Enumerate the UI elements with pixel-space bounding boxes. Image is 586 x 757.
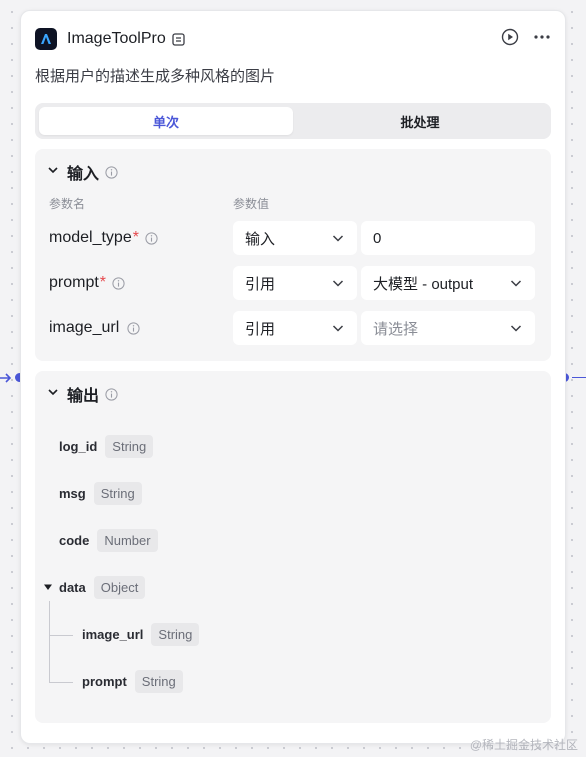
type-tag: String bbox=[151, 622, 200, 646]
chevron-down-icon bbox=[509, 276, 523, 290]
incoming-connection-arrow bbox=[0, 373, 12, 383]
param-name-label: image_url bbox=[49, 319, 120, 336]
chevron-down-icon bbox=[331, 276, 345, 290]
value-input-text: 0 bbox=[373, 229, 382, 247]
reference-select[interactable]: 请选择 bbox=[361, 311, 535, 345]
param-name-label: prompt bbox=[49, 274, 99, 291]
tab-single[interactable]: 单次 bbox=[39, 107, 293, 135]
type-tag: String bbox=[134, 669, 183, 693]
run-icon[interactable] bbox=[501, 28, 519, 51]
source-select-value: 输入 bbox=[245, 230, 276, 248]
info-icon[interactable] bbox=[105, 387, 118, 401]
type-tag: String bbox=[93, 481, 142, 505]
type-tag: Object bbox=[93, 575, 146, 599]
output-field-code: code Number bbox=[59, 527, 158, 553]
param-row-image-url: image_url 引用 请选择 bbox=[35, 311, 551, 345]
type-tag: Number bbox=[97, 528, 158, 552]
input-section: 输入 参数名 参数值 model_type * 输入 0 prompt * 引用… bbox=[35, 149, 551, 361]
caret-down-icon[interactable] bbox=[43, 582, 53, 592]
output-section-header[interactable]: 输出 bbox=[47, 383, 118, 405]
output-field-data-image-url: image_url String bbox=[82, 621, 200, 647]
output-field-name: log_id bbox=[59, 438, 98, 454]
tab-batch[interactable]: 批处理 bbox=[293, 107, 547, 135]
column-label-value: 参数值 bbox=[233, 197, 270, 211]
reference-select-placeholder: 请选择 bbox=[373, 320, 419, 338]
info-icon[interactable] bbox=[112, 276, 125, 290]
node-title: ImageToolPro bbox=[67, 30, 166, 47]
chevron-down-icon bbox=[331, 231, 345, 245]
more-icon[interactable] bbox=[533, 28, 551, 51]
required-marker: * bbox=[99, 274, 107, 291]
input-section-header[interactable]: 输入 bbox=[47, 161, 118, 183]
chevron-down-icon[interactable] bbox=[47, 163, 59, 181]
output-section-title: 输出 bbox=[67, 388, 100, 405]
info-icon[interactable] bbox=[105, 165, 118, 179]
column-label-name: 参数名 bbox=[49, 197, 86, 211]
output-section: 输出 log_id String msg String code Number … bbox=[35, 371, 551, 723]
source-select-value: 引用 bbox=[245, 320, 276, 338]
output-field-msg: msg String bbox=[59, 480, 142, 506]
reference-select[interactable]: 大模型 - output bbox=[361, 266, 535, 300]
output-field-name: data bbox=[59, 579, 86, 595]
chevron-down-icon bbox=[331, 321, 345, 335]
app-logo-icon bbox=[35, 28, 57, 50]
watermark: @稀土掘金技术社区 bbox=[469, 738, 578, 752]
input-section-title: 输入 bbox=[67, 166, 100, 183]
node-description: 根据用户的描述生成多种风格的图片 bbox=[35, 68, 276, 85]
output-field-log-id: log_id String bbox=[59, 433, 154, 459]
value-input[interactable]: 0 bbox=[361, 221, 535, 255]
tree-connector bbox=[49, 601, 50, 683]
chevron-down-icon[interactable] bbox=[47, 385, 59, 403]
tree-connector bbox=[49, 635, 73, 636]
output-field-name: image_url bbox=[82, 626, 144, 642]
param-name-label: model_type bbox=[49, 229, 132, 246]
reference-select-value: 大模型 - output bbox=[373, 275, 474, 293]
source-select-value: 引用 bbox=[245, 275, 276, 293]
plugin-node-card[interactable]: ImageToolPro 根据用户的描述生成多种风格的图片 单次 批处理 输入 … bbox=[20, 10, 566, 744]
outgoing-connection-line bbox=[572, 377, 586, 378]
output-field-data[interactable]: data Object bbox=[43, 574, 146, 600]
source-select[interactable]: 引用 bbox=[233, 266, 357, 300]
output-field-data-prompt: prompt String bbox=[82, 668, 183, 694]
tree-connector bbox=[49, 682, 73, 683]
type-tag: String bbox=[105, 434, 154, 458]
output-field-name: msg bbox=[59, 485, 86, 501]
node-header: ImageToolPro bbox=[35, 25, 551, 53]
output-field-name: prompt bbox=[82, 673, 127, 689]
info-icon[interactable] bbox=[127, 321, 140, 335]
source-select[interactable]: 引用 bbox=[233, 311, 357, 345]
mode-tabs: 单次 批处理 bbox=[35, 103, 551, 139]
chevron-down-icon bbox=[509, 321, 523, 335]
node-badge-icon[interactable] bbox=[172, 32, 185, 46]
required-marker: * bbox=[132, 229, 139, 246]
param-row-prompt: prompt * 引用 大模型 - output bbox=[35, 266, 551, 300]
source-select[interactable]: 输入 bbox=[233, 221, 357, 255]
info-icon[interactable] bbox=[145, 231, 158, 245]
output-field-name: code bbox=[59, 532, 90, 548]
param-row-model-type: model_type * 输入 0 bbox=[35, 221, 551, 255]
